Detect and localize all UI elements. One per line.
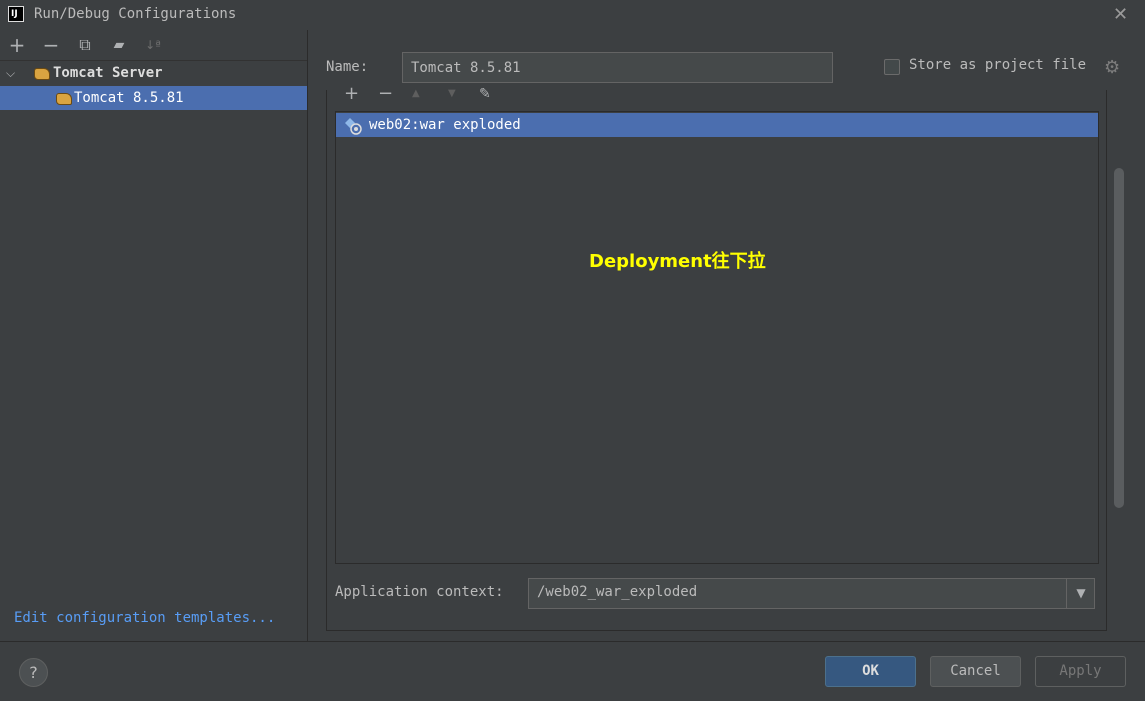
apply-button[interactable]: Apply (1035, 656, 1126, 687)
window-title: Run/Debug Configurations (34, 6, 237, 22)
artifact-label: web02:war exploded (369, 117, 521, 133)
war-artifact-icon (345, 118, 362, 135)
tree-item-label: Tomcat 8.5.81 (74, 90, 184, 106)
deployment-artifact-list[interactable] (335, 111, 1099, 564)
name-input[interactable] (402, 52, 833, 83)
tomcat-icon (34, 68, 50, 80)
help-button[interactable]: ? (19, 658, 48, 687)
intellij-app-icon: IJ (8, 6, 24, 22)
ok-button[interactable]: OK (825, 656, 916, 687)
sort-icon[interactable]: ↓ª (142, 34, 164, 56)
annotation-text: Deployment往下拉 (589, 251, 766, 272)
cancel-button[interactable]: Cancel (930, 656, 1021, 687)
chevron-down-icon[interactable]: ▼ (1066, 579, 1095, 608)
edit-configuration-templates-link[interactable]: Edit configuration templates... (14, 610, 275, 626)
close-icon[interactable]: ✕ (1113, 4, 1128, 25)
configurations-sidebar (0, 30, 307, 641)
remove-configuration-icon[interactable]: − (40, 34, 62, 56)
tomcat-icon (56, 93, 72, 105)
gear-icon[interactable]: ⚙ (1104, 57, 1120, 78)
add-configuration-icon[interactable]: + (6, 34, 28, 56)
chevron-down-icon[interactable]: ⌵ (6, 61, 15, 85)
remove-artifact-icon[interactable]: − (378, 84, 393, 104)
store-as-project-file-label[interactable]: Store as project file (909, 57, 1086, 73)
copy-configuration-icon[interactable]: ⧉ (74, 34, 96, 56)
application-context-value[interactable]: /web02_war_exploded (537, 584, 697, 600)
scrollbar-thumb[interactable] (1114, 168, 1124, 508)
panel-divider[interactable] (307, 30, 308, 641)
edit-artifact-icon[interactable]: ✎ (479, 84, 491, 104)
list-item[interactable]: web02:war exploded (336, 113, 1098, 137)
footer-divider (0, 641, 1145, 642)
title-bar: IJ Run/Debug Configurations ✕ (0, 0, 1145, 30)
move-down-icon[interactable]: ▼ (448, 84, 456, 104)
store-as-project-file-checkbox[interactable] (884, 59, 900, 75)
tree-group-label: Tomcat Server (53, 65, 163, 81)
application-context-combobox[interactable]: /web02_war_exploded ▼ (528, 578, 1095, 609)
application-context-label: Application context: (335, 584, 504, 600)
move-up-icon[interactable]: ▲ (412, 84, 420, 104)
folder-icon[interactable]: ▰ (108, 34, 130, 56)
tree-group-tomcat-server[interactable]: ⌵ Tomcat Server (0, 61, 307, 85)
add-artifact-icon[interactable]: + (344, 84, 359, 104)
name-label: Name: (326, 59, 369, 75)
tree-item-tomcat-config[interactable]: Tomcat 8.5.81 (0, 86, 307, 110)
